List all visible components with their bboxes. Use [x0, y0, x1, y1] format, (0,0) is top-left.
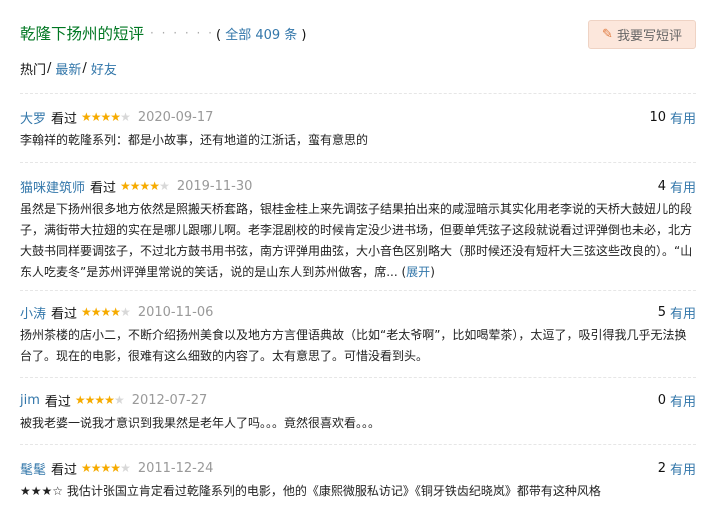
count-open-paren: (: [215, 27, 222, 43]
useful-button[interactable]: 有用: [670, 177, 696, 196]
comment-date: 2010-11-06: [137, 304, 214, 320]
rating-stars: ★★★★★: [81, 110, 131, 124]
pencil-icon: ✎: [602, 27, 613, 42]
useful-vote: 2 有用: [658, 458, 696, 478]
star-filled-icon: ★★★★: [81, 110, 121, 124]
comment-meta: 髦髦 看过 ★★★★★ 2011-12-24: [20, 458, 696, 478]
comment-meta: jim 看过 ★★★★★ 2012-07-27: [20, 390, 696, 410]
watched-label: 看过: [51, 111, 78, 127]
expand-close-paren: ): [430, 265, 435, 279]
comment-text: 虽然是下扬州很多地方依然是照搬天桥套路，银桂金桂上来先调弦子结果拍出来的咸湿暗示…: [20, 202, 693, 279]
watched-label: 看过: [51, 462, 78, 478]
comment-meta: 大罗 看过 ★★★★★ 2020-09-17: [20, 107, 696, 127]
useful-button[interactable]: 有用: [670, 459, 696, 478]
useful-count: 5: [657, 304, 666, 320]
total-count: ( 全部 409 条 ): [216, 24, 307, 43]
comment-user-link[interactable]: 猫咪建筑师: [20, 177, 85, 196]
comment-user-link[interactable]: 髦髦: [20, 459, 46, 478]
watched-label: 看过: [90, 180, 117, 196]
watched-label: 看过: [51, 306, 78, 322]
star-empty-icon: ★: [159, 179, 170, 193]
comment-user-link[interactable]: 大罗: [20, 108, 46, 127]
star-filled-icon: ★★★★: [81, 461, 121, 475]
comments-header: 乾隆下扬州的短评 · · · · · · ( 全部 409 条 ): [20, 20, 307, 46]
useful-button[interactable]: 有用: [670, 303, 696, 322]
star-empty-icon: ★: [120, 461, 131, 475]
comment-user-link[interactable]: 小涛: [20, 303, 46, 322]
comment-divider: [20, 377, 696, 378]
tab-latest[interactable]: 最新: [55, 59, 81, 78]
sort-tabs: 热门 / 最新 / 好友: [20, 58, 117, 78]
write-comment-button[interactable]: ✎ 我要写短评: [588, 20, 696, 49]
tab-separator: /: [82, 60, 87, 76]
comment-divider: [20, 162, 696, 163]
star-filled-icon: ★★★★: [74, 393, 115, 407]
tab-separator: /: [47, 60, 52, 76]
star-filled-icon: ★★★★: [81, 305, 121, 319]
comment-date: 2012-07-27: [131, 392, 208, 408]
tab-hot[interactable]: 热门: [20, 59, 46, 78]
rating-stars: ★★★★★: [74, 393, 125, 407]
comment-meta: 猫咪建筑师 看过 ★★★★★ 2019-11-30: [20, 176, 696, 196]
useful-vote: 4 有用: [658, 176, 696, 196]
comment-item: 大罗 看过 ★★★★★ 2020-09-17 10 有用 李翰祥的乾隆系列：都是…: [20, 107, 696, 151]
useful-count: 2: [657, 460, 666, 476]
comment-date: 2011-12-24: [137, 460, 214, 476]
star-empty-icon: ★: [120, 110, 131, 124]
page-title: 乾隆下扬州的短评: [20, 25, 145, 43]
comment-text: 扬州茶楼的店小二，不断介绍扬州美食以及地方方言俚语典故（比如“老太爷啊”，比如喝…: [20, 328, 687, 363]
comment-date: 2019-11-30: [176, 178, 253, 194]
rating-stars: ★★★★★: [81, 461, 131, 475]
comment-text-block: 虽然是下扬州很多地方依然是照搬天桥套路，银桂金桂上来先调弦子结果拍出来的咸湿暗示…: [20, 199, 696, 283]
star-empty-icon: ★: [120, 305, 131, 319]
useful-button[interactable]: 有用: [670, 108, 696, 127]
comment-text: 李翰祥的乾隆系列：都是小故事，还有地道的江浙话，蛮有意思的: [20, 133, 369, 147]
count-close-paren: ): [301, 27, 307, 43]
comment-item: 髦髦 看过 ★★★★★ 2011-12-24 2 有用 ★★★☆ 我估计张国立肯…: [20, 458, 696, 502]
watched-label: 看过: [44, 394, 71, 410]
rating-stars: ★★★★★: [81, 305, 131, 319]
comment-item: 小涛 看过 ★★★★★ 2010-11-06 5 有用 扬州茶楼的店小二，不断介…: [20, 302, 696, 367]
comment-item: 猫咪建筑师 看过 ★★★★★ 2019-11-30 4 有用 虽然是下扬州很多地…: [20, 176, 696, 283]
useful-count: 4: [657, 178, 666, 194]
star-empty-icon: ★: [113, 393, 125, 407]
comment-divider: [20, 444, 696, 445]
comment-item: jim 看过 ★★★★★ 2012-07-27 0 有用 被我老婆一说我才意识到…: [20, 390, 696, 434]
comment-divider: [20, 93, 696, 94]
title-dots: · · · · · ·: [150, 26, 214, 40]
useful-vote: 10 有用: [649, 107, 696, 127]
useful-count: 0: [657, 392, 666, 408]
useful-count: 10: [649, 109, 666, 125]
tab-friends[interactable]: 好友: [91, 59, 117, 78]
expand-open-paren: (: [397, 265, 407, 279]
useful-vote: 0 有用: [658, 390, 696, 410]
star-filled-icon: ★★★★: [120, 179, 160, 193]
comment-user-link[interactable]: jim: [20, 393, 40, 408]
write-comment-label: 我要写短评: [616, 29, 682, 44]
comment-text: 被我老婆一说我才意识到我果然是老年人了吗。。。竟然很喜欢看。。。: [20, 416, 381, 430]
comment-divider: [20, 290, 696, 291]
useful-vote: 5 有用: [658, 302, 696, 322]
useful-button[interactable]: 有用: [670, 391, 696, 410]
comment-meta: 小涛 看过 ★★★★★ 2010-11-06: [20, 302, 696, 322]
rating-stars: ★★★★★: [120, 179, 170, 193]
expand-link[interactable]: 展开: [406, 265, 430, 279]
comment-date: 2020-09-17: [137, 109, 214, 125]
comment-text: ★★★☆ 我估计张国立肯定看过乾隆系列的电影，他的《康熙微服私访记》《铜牙铁齿纪…: [20, 484, 601, 498]
all-comments-link[interactable]: 全部 409 条: [225, 28, 297, 43]
